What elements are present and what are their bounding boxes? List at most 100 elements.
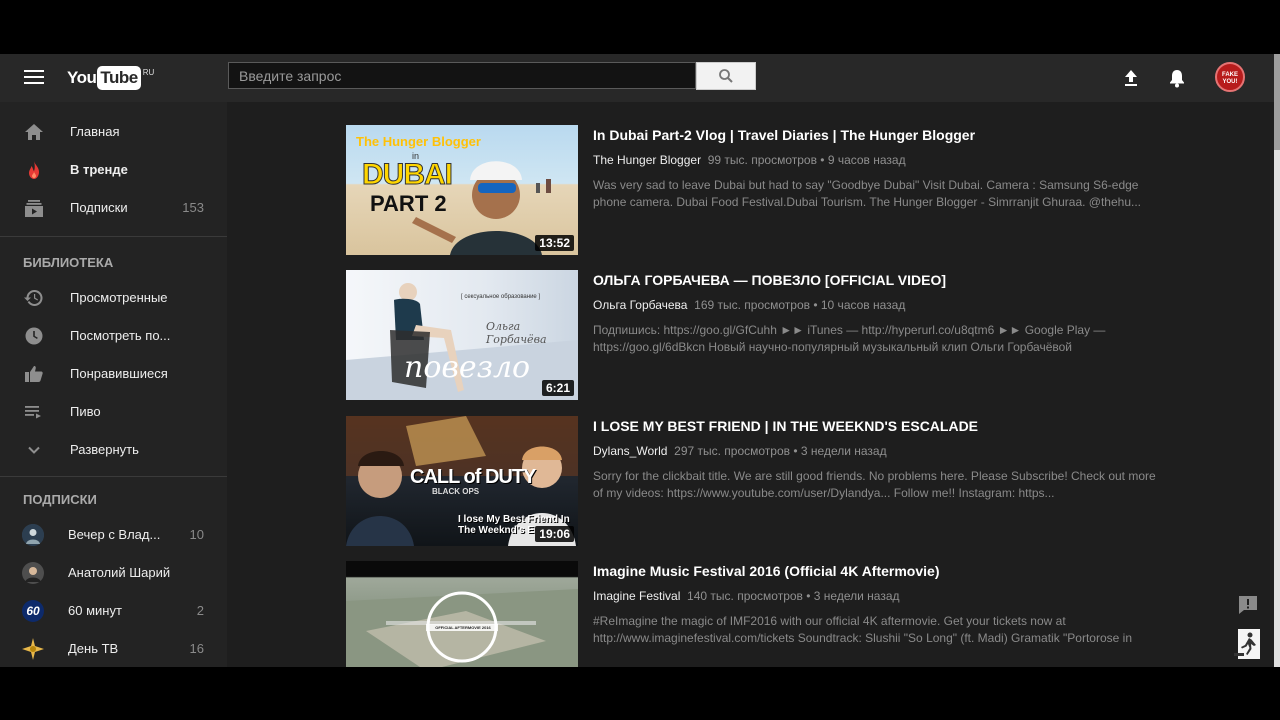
upload-icon[interactable] bbox=[1119, 66, 1143, 90]
sidebar-item-subscriptions[interactable]: Подписки 153 bbox=[0, 189, 227, 227]
logo-you-text: You bbox=[67, 68, 97, 87]
channel-name-link[interactable]: The Hunger Blogger bbox=[593, 153, 701, 167]
thumb-text-name: Ольга Горбачёва bbox=[486, 320, 547, 346]
channel-avatar: 60 bbox=[22, 600, 44, 622]
thumb-text-badge: OFFICIAL AFTERMOVIE 2016 bbox=[435, 625, 491, 630]
video-item: [ сексуальное образование ] Ольга Горбач… bbox=[346, 270, 1166, 402]
thumb-text-main: повезло bbox=[404, 350, 531, 385]
video-description: #ReImagine the magic of IMF2016 with our… bbox=[593, 614, 1132, 645]
scrollbar-thumb[interactable] bbox=[1274, 54, 1280, 150]
subscriptions-icon bbox=[25, 200, 43, 217]
video-description: Подпишись: https://goo.gl/GfCuhh ►► iTun… bbox=[593, 323, 1106, 354]
sidebar-sub-den-tv[interactable]: День ТВ 16 bbox=[0, 630, 227, 667]
subscriptions-count: 153 bbox=[182, 200, 204, 215]
library-section-title: БИБЛИОТЕКА bbox=[23, 255, 114, 270]
sidebar-sub-label: День ТВ bbox=[68, 641, 119, 656]
imagine-festival-thumbnail-art bbox=[346, 589, 578, 667]
youtube-logo[interactable]: You Tube RU bbox=[67, 66, 154, 90]
sidebar-item-liked[interactable]: Понравившиеся bbox=[0, 355, 227, 393]
thumb-text-sub: BLACK OPS bbox=[432, 487, 480, 496]
sidebar-item-label: Просмотренные bbox=[70, 290, 168, 305]
channel-name-link[interactable]: Ольга Горбачева bbox=[593, 298, 687, 312]
sidebar-item-label: Подписки bbox=[70, 200, 128, 215]
video-title-link[interactable]: In Dubai Part-2 Vlog | Travel Diaries | … bbox=[593, 127, 975, 143]
video-stats: 140 тыс. просмотров • 3 недели назад bbox=[687, 589, 900, 603]
search-box bbox=[228, 62, 696, 89]
video-description: Was very sad to leave Dubai but had to s… bbox=[593, 178, 1142, 209]
video-meta: Ольга Горбачева 169 тыс. просмотров • 10… bbox=[593, 298, 905, 312]
account-avatar[interactable]: FAKE YOU! bbox=[1215, 62, 1245, 92]
thumbs-up-icon bbox=[25, 366, 43, 382]
video-thumbnail[interactable]: [ сексуальное образование ] Ольга Горбач… bbox=[346, 270, 578, 400]
page-scrollbar[interactable] bbox=[1274, 54, 1280, 667]
thumb-text-top: The Hunger Blogger bbox=[356, 134, 481, 149]
video-meta: Dylans_World 297 тыс. просмотров • 3 нед… bbox=[593, 444, 887, 458]
trending-flame-icon bbox=[29, 161, 39, 179]
video-stats: 99 тыс. просмотров • 9 часов назад bbox=[707, 153, 906, 167]
sidebar-item-trending[interactable]: В тренде bbox=[0, 151, 227, 189]
video-title-link[interactable]: ОЛЬГА ГОРБАЧЕВА — ПОВЕЗЛО [OFFICIAL VIDE… bbox=[593, 272, 946, 288]
sidebar-sub-vecher[interactable]: Вечер с Влад... 10 bbox=[0, 516, 227, 554]
sidebar-item-label: Понравившиеся bbox=[70, 366, 168, 381]
sidebar-sub-label: 60 минут bbox=[68, 603, 122, 618]
video-item: CALL of DUTY BLACK OPS I lose My Best Fr… bbox=[346, 416, 1166, 548]
channel-name-link[interactable]: Imagine Festival bbox=[593, 589, 680, 603]
video-duration: 13:52 bbox=[535, 235, 574, 251]
channel-avatar bbox=[22, 562, 44, 584]
thumb-text-part: PART 2 bbox=[370, 191, 447, 216]
sidebar-sub-60-minut[interactable]: 60 60 минут 2 bbox=[0, 592, 227, 630]
sub-new-count: 2 bbox=[196, 603, 204, 618]
sidebar-item-expand[interactable]: Развернуть bbox=[0, 431, 227, 469]
sidebar-divider bbox=[0, 236, 227, 237]
youtube-app: You Tube RU FAKE YOU! Главная В тренде bbox=[0, 54, 1280, 667]
video-duration: 19:06 bbox=[535, 526, 574, 542]
sub-new-count: 10 bbox=[189, 527, 204, 542]
masthead: You Tube RU FAKE YOU! bbox=[0, 54, 1274, 102]
search-button[interactable] bbox=[696, 62, 756, 90]
channel-avatar bbox=[22, 638, 44, 660]
video-item: The Hunger Blogger in DUBAI PART 2 13:52… bbox=[346, 125, 1166, 257]
sidebar-sub-label: Анатолий Шарий bbox=[68, 565, 171, 580]
history-icon bbox=[24, 289, 43, 306]
sidebar: Главная В тренде Подписки 153 БИБЛИОТЕКА… bbox=[0, 102, 227, 667]
video-stats: 169 тыс. просмотров • 10 часов назад bbox=[694, 298, 906, 312]
notifications-bell-icon[interactable] bbox=[1165, 66, 1189, 90]
video-thumbnail[interactable]: OFFICIAL AFTERMOVIE 2016 bbox=[346, 561, 578, 667]
video-thumbnail[interactable]: CALL of DUTY BLACK OPS I lose My Best Fr… bbox=[346, 416, 578, 546]
sub-new-count: 16 bbox=[189, 641, 204, 656]
logo-tube-text: Tube bbox=[97, 66, 141, 90]
video-stats: 297 тыс. просмотров • 3 недели назад bbox=[674, 444, 887, 458]
sidebar-item-label: В тренде bbox=[70, 162, 128, 177]
sidebar-sub-shariy[interactable]: Анатолий Шарий bbox=[0, 554, 227, 592]
thumb-text-main: DUBAI bbox=[362, 158, 454, 192]
feedback-icon[interactable] bbox=[1237, 594, 1259, 616]
video-title-link[interactable]: I LOSE MY BEST FRIEND | IN THE WEEKND'S … bbox=[593, 418, 978, 434]
logo-country-code: RU bbox=[142, 68, 155, 77]
channel-avatar bbox=[22, 524, 44, 546]
search-input[interactable] bbox=[229, 63, 695, 88]
sidebar-item-watch-later[interactable]: Посмотреть по... bbox=[0, 317, 227, 355]
video-title-link[interactable]: Imagine Music Festival 2016 (Official 4K… bbox=[593, 563, 940, 579]
chevron-down-icon bbox=[28, 446, 40, 454]
channel-name-link[interactable]: Dylans_World bbox=[593, 444, 667, 458]
sidebar-sub-label: Вечер с Влад... bbox=[68, 527, 161, 542]
thumb-text-main: CALL of DUTY bbox=[410, 466, 536, 488]
menu-hamburger-icon[interactable] bbox=[24, 70, 44, 86]
sidebar-item-playlist-beer[interactable]: Пиво bbox=[0, 393, 227, 431]
video-meta: Imagine Festival 140 тыс. просмотров • 3… bbox=[593, 589, 900, 603]
video-thumbnail[interactable]: The Hunger Blogger in DUBAI PART 2 13:52 bbox=[346, 125, 578, 255]
video-duration: 6:21 bbox=[541, 380, 574, 396]
sidebar-item-history[interactable]: Просмотренные bbox=[0, 279, 227, 317]
sidebar-divider bbox=[0, 476, 227, 477]
playlist-icon bbox=[25, 406, 41, 419]
subscriptions-section-title: ПОДПИСКИ bbox=[23, 492, 97, 507]
thumb-text-tag: [ сексуальное образование ] bbox=[461, 294, 541, 300]
video-meta: The Hunger Blogger 99 тыс. просмотров • … bbox=[593, 153, 906, 167]
video-description: Sorry for the clickbait title. We are st… bbox=[593, 469, 1156, 500]
sidebar-item-home[interactable]: Главная bbox=[0, 113, 227, 151]
exit-running-man-icon[interactable] bbox=[1234, 627, 1262, 661]
search-icon bbox=[719, 69, 733, 83]
sidebar-item-label: Главная bbox=[70, 124, 120, 139]
sidebar-item-label: Посмотреть по... bbox=[70, 328, 171, 343]
sidebar-item-label: Пиво bbox=[70, 404, 101, 419]
